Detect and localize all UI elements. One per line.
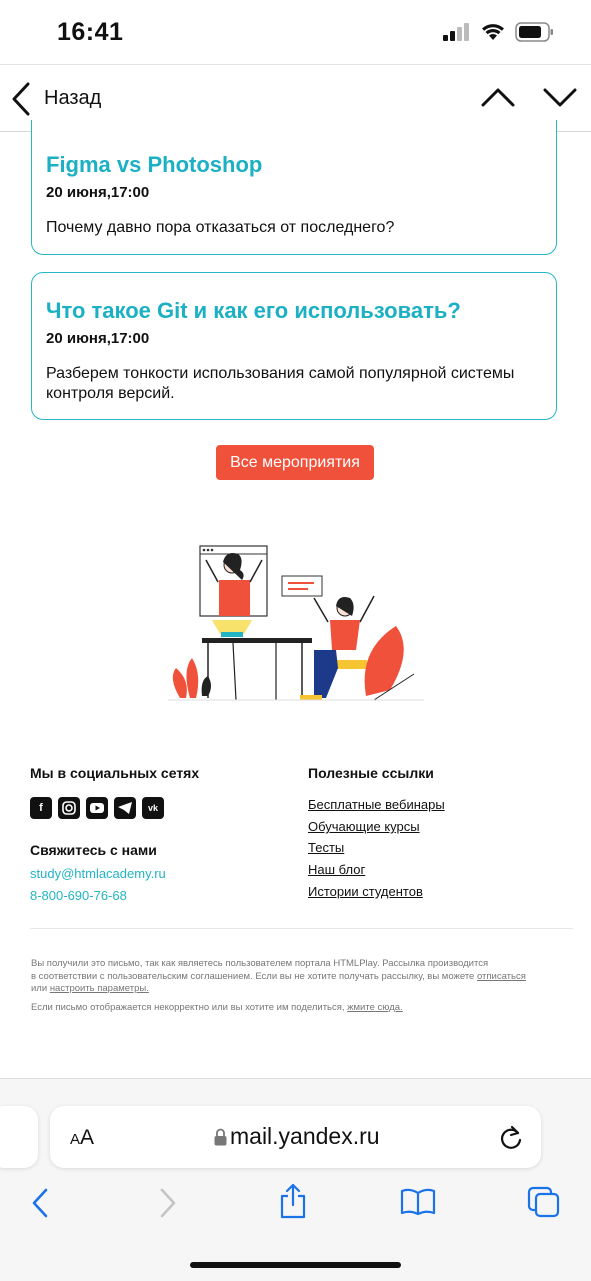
back-button[interactable]: Назад xyxy=(44,87,101,110)
legal-notice: Вы получили это письмо, так как являетес… xyxy=(31,958,571,996)
next-message-icon[interactable] xyxy=(542,85,578,109)
status-time: 16:41 xyxy=(57,18,124,46)
youtube-icon[interactable] xyxy=(86,797,108,819)
lock-icon xyxy=(214,1128,227,1146)
legal-share-notice: Если письмо отображается некорректно или… xyxy=(31,1002,571,1015)
event-card[interactable]: Что такое Git и как его использовать? 20… xyxy=(31,272,557,420)
share-icon[interactable] xyxy=(278,1183,308,1219)
legal-line-2: в соответствии с пользовательским соглаш… xyxy=(31,971,571,984)
battery-icon xyxy=(515,22,553,42)
wifi-icon xyxy=(482,24,504,40)
cellular-signal-icon xyxy=(443,23,469,41)
back-chevron-icon[interactable] xyxy=(10,82,32,116)
telegram-icon[interactable] xyxy=(114,797,136,819)
event-date: 20 июня,17:00 xyxy=(46,184,150,201)
browser-back-icon[interactable] xyxy=(30,1188,50,1218)
contact-email[interactable]: study@htmlacademy.ru xyxy=(30,866,166,881)
contact-phone[interactable]: 8-800-690-76-68 xyxy=(30,888,127,903)
aa-small: AA xyxy=(70,1126,95,1149)
all-events-button[interactable]: Все мероприятия xyxy=(216,445,374,480)
bookmarks-icon[interactable] xyxy=(400,1188,436,1216)
link-courses[interactable]: Обучающие курсы xyxy=(308,819,420,834)
event-date: 20 июня,17:00 xyxy=(46,330,150,347)
facebook-icon[interactable]: f xyxy=(30,797,52,819)
event-title[interactable]: Что такое Git и как его использовать? xyxy=(46,298,461,324)
contact-title: Свяжитесь с нами xyxy=(30,842,157,858)
address-bar[interactable]: AA mail.yandex.ru xyxy=(50,1106,541,1168)
event-title[interactable]: Figma vs Photoshop xyxy=(46,152,262,178)
legal-or: или xyxy=(31,983,48,994)
legal-line-1: Вы получили это письмо, так как являетес… xyxy=(31,958,489,969)
settings-link[interactable]: настроить параметры. xyxy=(50,983,149,994)
browser-forward-icon[interactable] xyxy=(158,1188,178,1218)
footer-divider xyxy=(30,928,573,929)
legal-text: в соответствии с пользовательским соглаш… xyxy=(31,970,475,982)
webinar-illustration xyxy=(168,545,424,701)
tabs-icon[interactable] xyxy=(527,1186,561,1218)
home-indicator xyxy=(190,1262,401,1268)
link-blog[interactable]: Наш блог xyxy=(308,862,365,877)
vk-icon[interactable]: vk xyxy=(142,797,164,819)
url-text[interactable]: mail.yandex.ru xyxy=(230,1123,380,1150)
event-card[interactable]: Figma vs Photoshop 20 июня,17:00 Почему … xyxy=(31,120,557,255)
previous-message-icon[interactable] xyxy=(480,85,516,109)
status-icons xyxy=(443,22,555,42)
view-here-link[interactable]: жмите сюда. xyxy=(347,1002,403,1013)
legal-share-text: Если письмо отображается некорректно или… xyxy=(31,1002,345,1013)
legal-line-3: или настроить параметры. xyxy=(31,983,571,996)
reader-options-button[interactable]: AA xyxy=(70,1126,94,1150)
link-student-stories[interactable]: Истории студентов xyxy=(308,884,423,899)
reload-icon[interactable] xyxy=(498,1123,524,1151)
useful-links-title: Полезные ссылки xyxy=(308,765,434,781)
previous-tab-preview[interactable] xyxy=(0,1106,38,1168)
instagram-icon[interactable] xyxy=(58,797,80,819)
event-description: Почему давно пора отказаться от последне… xyxy=(46,219,395,236)
event-description: Разберем тонкости использования самой по… xyxy=(46,365,515,402)
link-tests[interactable]: Тесты xyxy=(308,840,344,855)
social-title: Мы в социальных сетях xyxy=(30,765,200,781)
link-free-webinars[interactable]: Бесплатные вебинары xyxy=(308,797,445,812)
social-icons: f vk xyxy=(30,797,164,819)
unsubscribe-link[interactable]: отписаться xyxy=(477,971,526,982)
